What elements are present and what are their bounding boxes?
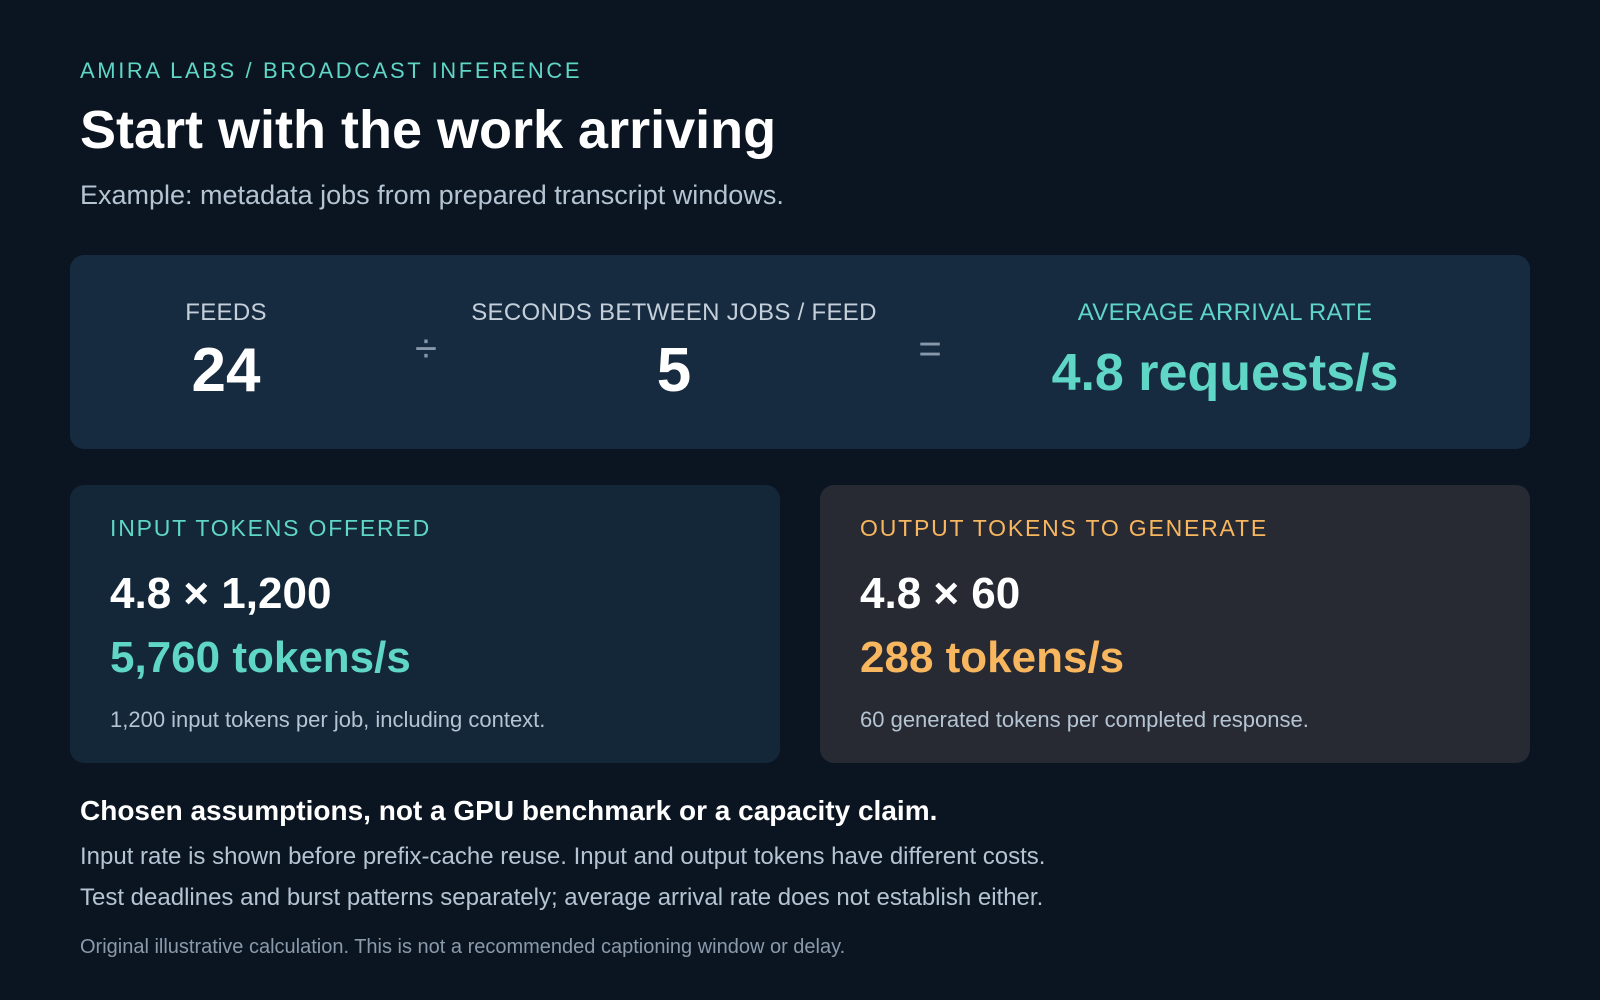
input-tokens-title: INPUT TOKENS OFFERED [110,515,431,541]
disclaimer-heading: Chosen assumptions, not a GPU benchmark … [80,795,938,826]
output-tokens-note: 60 generated tokens per completed respon… [860,706,1309,732]
input-tokens-expression: 4.8 × 1,200 [110,569,332,618]
interval-term: SECONDS BETWEEN JOBS / FEED 5 [471,299,877,405]
output-tokens-title: OUTPUT TOKENS TO GENERATE [860,515,1268,541]
output-tokens-expression: 4.8 × 60 [860,569,1021,618]
page-subtitle: Example: metadata jobs from prepared tra… [80,180,784,210]
divide-operator: ÷ [415,327,437,371]
footer-line-1: Input rate is shown before prefix-cache … [80,843,1046,870]
arrival-rate-value: 4.8 requests/s [1051,344,1399,402]
feeds-term: FEEDS 24 [185,299,267,405]
arrival-rate-term: AVERAGE ARRIVAL RATE 4.8 requests/s [1052,299,1399,402]
interval-value: 5 [656,336,692,405]
input-tokens-note: 1,200 input tokens per job, including co… [110,706,546,732]
page-title: Start with the work arriving [80,100,777,160]
eyebrow: AMIRA LABS / BROADCAST INFERENCE [80,58,583,83]
feeds-value: 24 [191,336,261,405]
equals-operator: = [918,327,942,371]
arrival-rate-label: AVERAGE ARRIVAL RATE [1077,299,1373,326]
fine-print: Original illustrative calculation. This … [80,936,846,958]
feeds-label: FEEDS [185,299,267,326]
footer-line-2: Test deadlines and burst patterns separa… [80,884,1044,911]
interval-label: SECONDS BETWEEN JOBS / FEED [471,299,877,326]
input-tokens-card: INPUT TOKENS OFFERED 4.8 × 1,200 5,760 t… [70,485,780,763]
assumptions-footer: Chosen assumptions, not a GPU benchmark … [80,795,1045,959]
output-tokens-card: OUTPUT TOKENS TO GENERATE 4.8 × 60 288 t… [820,485,1530,763]
arrival-rate-formula: FEEDS 24 ÷ SECONDS BETWEEN JOBS / FEED 5… [70,255,1530,449]
input-tokens-rate: 5,760 tokens/s [110,633,411,683]
output-tokens-rate: 288 tokens/s [860,633,1125,683]
